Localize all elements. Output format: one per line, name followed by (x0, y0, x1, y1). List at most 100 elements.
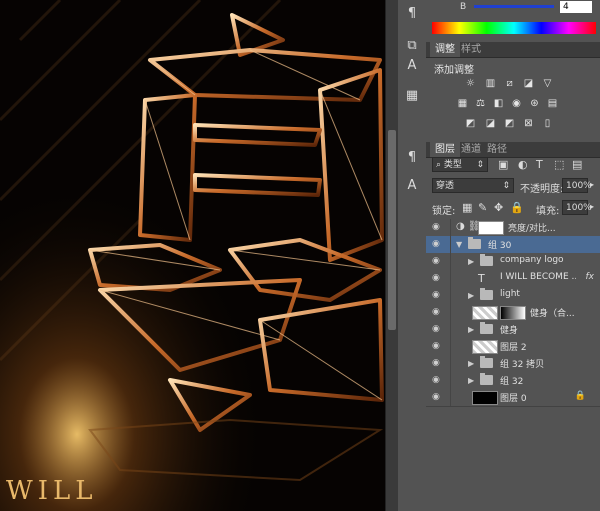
layer-name[interactable]: 组 32 拷贝 (500, 357, 576, 370)
threshold-icon[interactable]: ◩ (503, 118, 516, 129)
lookup-icon[interactable]: ▤ (546, 98, 559, 109)
layer-row[interactable]: ◉ ▶ 组 32 拷贝 (426, 355, 600, 373)
layer-name[interactable]: light (500, 289, 576, 299)
visibility-eye-icon[interactable]: ◉ (432, 358, 444, 368)
blend-mode-select[interactable]: 穿透 ⇕ (432, 178, 514, 193)
layer-row[interactable]: ◉ ▶ 健身 (426, 321, 600, 339)
channel-mixer-icon[interactable]: ⊛ (528, 98, 541, 109)
layer-name[interactable]: 组 30 (488, 238, 576, 251)
layer-filter-select[interactable]: ⌕ 类型 ⇕ (432, 157, 488, 172)
layer-name[interactable]: company logo (500, 255, 576, 265)
filter-pixel-icon[interactable]: ▣ (498, 158, 508, 171)
filter-adjust-icon[interactable]: ◐ (518, 158, 528, 171)
filter-type-icon[interactable]: T (536, 158, 543, 171)
layer-name[interactable]: 图层 2 (500, 340, 576, 353)
opacity-dropdown-icon[interactable]: ▸ (590, 180, 594, 189)
character-style-icon[interactable]: A (402, 56, 422, 76)
visibility-eye-icon[interactable]: ◉ (432, 239, 444, 249)
tab-paths[interactable]: 路径 (482, 142, 512, 157)
chevron-right-icon[interactable]: ▶ (468, 257, 474, 266)
visibility-eye-icon[interactable]: ◉ (432, 324, 444, 334)
canvas-vertical-scrollbar[interactable] (385, 0, 399, 511)
layer-thumbnail[interactable] (472, 306, 498, 320)
bw-icon[interactable]: ◧ (492, 98, 505, 109)
layer-name[interactable]: 组 32 (500, 374, 576, 387)
gradient-map-icon[interactable]: ▯ (541, 118, 554, 129)
clone-source-icon[interactable]: ⧉ (402, 36, 422, 56)
layer-mask-thumbnail[interactable] (478, 221, 504, 235)
history-icon[interactable]: ▦ (402, 86, 422, 106)
chevron-down-icon[interactable]: ▼ (456, 240, 462, 249)
selective-color-icon[interactable]: ⊠ (522, 118, 535, 129)
vibrance-icon[interactable]: ▽ (541, 78, 554, 89)
layer-mask-thumbnail[interactable] (500, 306, 526, 320)
layer-row[interactable]: ◉ 健身（合... (426, 304, 600, 322)
row-divider (450, 355, 451, 372)
posterize-icon[interactable]: ◪ (484, 118, 497, 129)
chevron-right-icon[interactable]: ▶ (468, 291, 474, 300)
lock-paint-icon[interactable]: ✎ (478, 201, 487, 214)
visibility-eye-icon[interactable]: ◉ (432, 375, 444, 385)
effects-icon[interactable]: fx (586, 272, 595, 282)
levels-icon[interactable]: ▥ (484, 78, 497, 89)
photo-filter-icon[interactable]: ◉ (510, 98, 523, 109)
visibility-eye-icon[interactable]: ◉ (432, 392, 444, 402)
chevron-right-icon[interactable]: ▶ (468, 376, 474, 385)
color-spectrum[interactable] (432, 22, 596, 34)
layer-name[interactable]: 健身（合... (530, 306, 576, 319)
fill-input[interactable]: 100% (562, 200, 592, 215)
visibility-eye-icon[interactable]: ◉ (432, 222, 444, 232)
row-divider (450, 253, 451, 270)
chevron-right-icon[interactable]: ▶ (468, 325, 474, 334)
layers-list: ◉ ◑ ⛓ 亮度/对比... ◉ ▼ 组 30 ◉ ▶ company logo ◉ T I WILL… (426, 219, 600, 411)
layer-thumbnail[interactable] (472, 340, 498, 354)
invert-icon[interactable]: ◩ (464, 118, 477, 129)
layer-name[interactable]: I WILL BECOME ... (500, 272, 576, 282)
exposure-icon[interactable]: ◪ (522, 78, 535, 89)
balance-icon[interactable]: ⚖ (474, 98, 487, 109)
filter-smart-icon[interactable]: ▤ (572, 158, 582, 171)
fill-dropdown-icon[interactable]: ▸ (590, 202, 594, 211)
layer-row[interactable]: ◉ ▼ 组 30 (426, 236, 600, 254)
lock-label: 锁定: (432, 206, 456, 217)
document-canvas[interactable]: WILL (0, 0, 385, 511)
opacity-label: 不透明度: (520, 184, 564, 195)
folder-icon (468, 237, 481, 249)
curves-icon[interactable]: ⧄ (503, 78, 516, 89)
lock-move-icon[interactable]: ✥ (494, 201, 503, 214)
visibility-eye-icon[interactable]: ◉ (432, 341, 444, 351)
layer-name[interactable]: 图层 0 (500, 391, 576, 404)
layer-name[interactable]: 亮度/对比... (508, 221, 576, 234)
lock-transparent-icon[interactable]: ▦ (462, 201, 472, 214)
paragraph-icon-2[interactable]: ¶ (402, 148, 422, 168)
paragraph-icon[interactable]: ¶ (402, 4, 422, 24)
layer-row[interactable]: ◉ 图层 2 (426, 338, 600, 356)
filter-shape-icon[interactable]: ⬚ (554, 158, 564, 171)
hue-icon[interactable]: ▦ (456, 98, 469, 109)
color-channel-value[interactable]: 4 (560, 1, 592, 13)
visibility-eye-icon[interactable]: ◉ (432, 307, 444, 317)
layer-name[interactable]: 健身 (500, 323, 576, 336)
color-channel-slider[interactable] (474, 5, 554, 8)
layer-row[interactable]: ◉ ▶ company logo (426, 253, 600, 271)
lock-all-icon[interactable]: 🔒 (510, 201, 524, 214)
tab-styles[interactable]: 样式 (456, 42, 486, 57)
scrollbar-thumb[interactable] (388, 130, 396, 330)
layer-row[interactable]: ◉ 图层 0 🔒 (426, 389, 600, 407)
opacity-input[interactable]: 100% (562, 178, 592, 193)
row-divider (450, 321, 451, 338)
chevron-right-icon[interactable]: ▶ (468, 359, 474, 368)
layer-row[interactable]: ◉ ◑ ⛓ 亮度/对比... (426, 219, 600, 237)
adjustments-tabbar: 调整 样式 (426, 42, 600, 58)
layer-row[interactable]: ◉ ▶ light (426, 287, 600, 305)
visibility-eye-icon[interactable]: ◉ (432, 273, 444, 283)
brightness-icon[interactable]: ☼ (464, 78, 477, 89)
row-divider (450, 389, 451, 406)
layer-row[interactable]: ◉ ▶ 组 32 (426, 372, 600, 390)
visibility-eye-icon[interactable]: ◉ (432, 290, 444, 300)
layer-row[interactable]: ◉ T I WILL BECOME ... fx (426, 270, 600, 288)
folder-icon (480, 356, 493, 368)
visibility-eye-icon[interactable]: ◉ (432, 256, 444, 266)
layer-thumbnail[interactable] (472, 391, 498, 405)
character-icon[interactable]: A (402, 176, 422, 196)
